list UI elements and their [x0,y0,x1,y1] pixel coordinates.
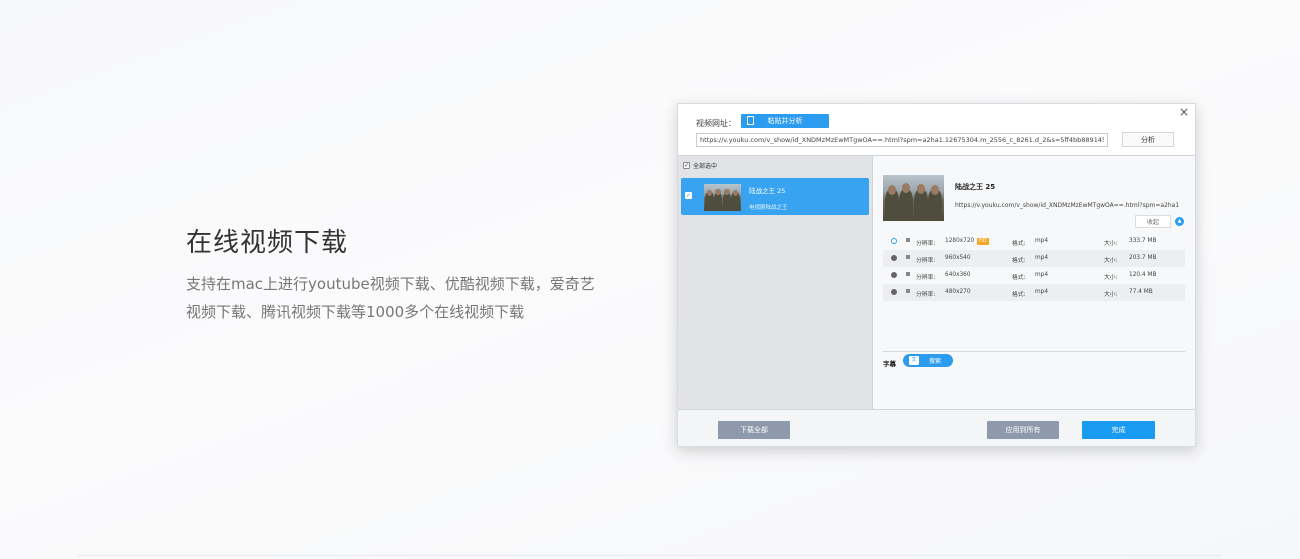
analyze-button[interactable]: 分析 [1122,132,1174,147]
size-value: 120.4 MB [1129,272,1157,278]
resolution-label: 分辨率: [916,292,936,298]
size-value: 203.7 MB [1129,255,1157,261]
feature-description: 支持在mac上进行youtube视频下载、优酷视频下载，爱奇艺视频下载、腾讯视频… [186,275,595,321]
video-item-subtitle: 电视剧陆战之王 [749,205,788,211]
page-title: 在线视频下载 [186,228,349,258]
paste-and-analyze-button[interactable]: 粘贴并分析 [741,114,829,128]
resolution-value: 640x360 [945,272,971,278]
list-item[interactable]: ✓ 陆战之王 25 电视剧陆战之王 [681,178,869,215]
resolution-icon [906,272,910,276]
video-thumbnail [704,184,741,211]
subtitle-search-label: 搜索 [928,358,941,365]
checkbox-icon: ✓ [683,162,690,169]
paste-button-label: 粘贴并分析 [767,117,803,125]
clipboard-icon [747,116,754,125]
collapse-button[interactable]: 收起 [1135,215,1171,228]
translate-icon: 文 [909,356,919,365]
size-label: 大小: [1104,292,1118,298]
detail-url: https://v.youku.com/v_show/id_XNDMzMzEwM… [955,202,1180,209]
resolution-icon [906,255,910,259]
resolution-row[interactable]: 分辨率: 1280x720 HD 格式: mp4 大小: 333.7 MB [883,233,1185,250]
dialog-footer: 下载全部 应用到所有 完成 [678,409,1195,446]
radio-button[interactable] [891,289,897,295]
size-value: 77.4 MB [1129,289,1153,295]
resolution-row[interactable]: 分辨率: 640x360 格式: mp4 大小: 120.4 MB [883,267,1185,284]
url-input[interactable] [696,133,1108,147]
detail-thumbnail [883,175,944,221]
divider [883,351,1185,352]
select-all-checkbox[interactable]: ✓ 全部选中 [683,161,717,170]
format-value: mp4 [1035,272,1049,278]
resolution-value: 1280x720 [945,238,975,244]
resolution-icon [906,289,910,293]
radio-button[interactable] [891,272,897,278]
resolution-row[interactable]: 分辨率: 480x270 格式: mp4 大小: 77.4 MB [883,284,1185,301]
resolution-value: 480x270 [945,289,971,295]
bottom-divider [78,555,1222,556]
video-item-title: 陆战之王 25 [749,187,786,195]
chevron-up-icon[interactable]: ▲ [1175,217,1184,226]
item-checkbox[interactable]: ✓ [685,192,692,199]
download-dialog: × 视频网址： 粘贴并分析 分析 ✓ 全部选中 ✓ 陆战之王 25 电视剧陆战之… [677,103,1196,447]
select-all-label: 全部选中 [693,163,718,170]
resolution-label: 分辨率: [916,258,936,264]
done-button[interactable]: 完成 [1082,421,1155,439]
resolution-label: 分辨率: [916,241,936,247]
radio-button[interactable] [891,255,897,261]
format-value: mp4 [1035,255,1049,261]
hd-badge: HD [977,238,989,245]
resolution-label: 分辨率: [916,275,936,281]
subtitle-search-button[interactable]: 文 搜索 [903,354,953,367]
format-label: 格式: [1012,292,1026,298]
resolution-value: 960x540 [945,255,971,261]
size-label: 大小: [1104,275,1118,281]
size-label: 大小: [1104,241,1118,247]
format-label: 格式: [1012,258,1026,264]
video-detail-panel: 陆战之王 25 https://v.youku.com/v_show/id_XN… [872,155,1195,409]
resolution-row[interactable]: 分辨率: 960x540 格式: mp4 大小: 203.7 MB [883,250,1185,267]
apply-to-all-button[interactable]: 应用到所有 [987,421,1059,439]
subtitle-label: 字幕 [883,360,896,368]
size-label: 大小: [1104,258,1118,264]
download-all-button[interactable]: 下载全部 [718,421,790,439]
url-label: 视频网址： [696,119,736,128]
format-label: 格式: [1012,275,1026,281]
detail-title: 陆战之王 25 [955,183,996,191]
format-label: 格式: [1012,241,1026,247]
format-value: mp4 [1035,238,1049,244]
close-icon[interactable]: × [1179,105,1189,119]
size-value: 333.7 MB [1129,238,1157,244]
format-value: mp4 [1035,289,1049,295]
radio-button[interactable] [891,238,897,244]
resolution-icon [906,238,910,242]
video-list-panel: ✓ 全部选中 ✓ 陆战之王 25 电视剧陆战之王 [678,155,872,409]
